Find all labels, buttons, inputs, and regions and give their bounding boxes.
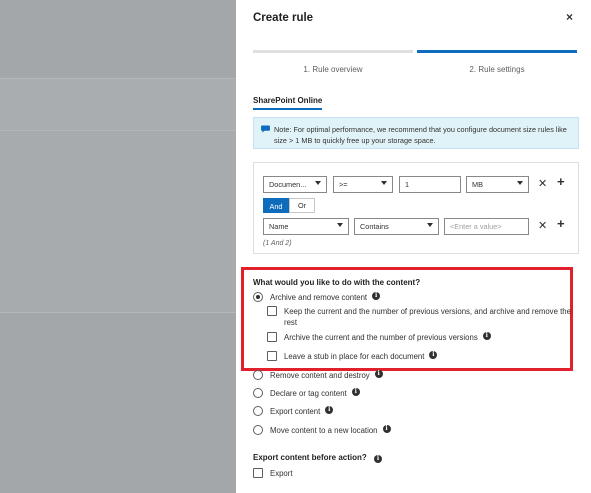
info-icon[interactable]: i [325, 406, 334, 414]
filter-expression: (1 And 2) [263, 240, 292, 247]
option-label: Leave a stub in place for each document [284, 352, 425, 361]
option-label: Export content [270, 407, 321, 416]
filter-operator-value: >= [339, 180, 348, 189]
option-archive-and-remove[interactable]: Archive and remove content i [253, 292, 381, 303]
add-condition-icon[interactable]: + [557, 216, 565, 231]
filter-field-dropdown-2[interactable]: Name [263, 218, 349, 235]
option-label: Declare or tag content [270, 389, 347, 398]
backdrop-divider [0, 78, 236, 79]
radio-button[interactable] [253, 406, 263, 416]
checkbox[interactable] [267, 306, 277, 316]
chevron-down-icon [427, 223, 433, 227]
remove-condition-icon[interactable]: ✕ [538, 219, 547, 232]
option-label: Archive and remove content [270, 293, 368, 302]
backdrop-band [0, 78, 236, 130]
chevron-down-icon [337, 223, 343, 227]
option-label: Export [270, 469, 293, 478]
filter-unit-dropdown[interactable]: MB [466, 176, 529, 193]
close-icon[interactable]: × [566, 10, 573, 24]
note-text: Note: For optimal performance, we recomm… [274, 125, 567, 145]
suboption-archive-versions[interactable]: Archive the current and the number of pr… [267, 332, 491, 343]
radio-button[interactable] [253, 370, 263, 380]
backdrop-divider [0, 130, 236, 131]
performance-note: Note: For optimal performance, we recomm… [253, 117, 579, 149]
info-icon[interactable]: i [372, 292, 381, 300]
chat-bubble-icon [261, 125, 270, 133]
chevron-down-icon [381, 181, 387, 185]
filter-field-value: Name [269, 222, 289, 231]
dialog-title: Create rule [253, 12, 314, 24]
create-rule-panel: Create rule × 1. Rule overview 2. Rule s… [236, 0, 591, 493]
option-remove-and-destroy[interactable]: Remove content and destroy i [253, 370, 383, 381]
export-question-text: Export content before action? [253, 453, 367, 462]
tab-sharepoint-online[interactable]: SharePoint Online [253, 96, 323, 110]
suboption-keep-versions[interactable]: Keep the current and the number of previ… [267, 306, 573, 328]
info-icon[interactable]: i [374, 370, 383, 378]
chevron-down-icon [517, 181, 523, 185]
export-checkbox-option[interactable]: Export [253, 468, 293, 479]
radio-button[interactable] [253, 388, 263, 398]
info-icon[interactable]: i [374, 455, 383, 463]
filter-operator-dropdown-2[interactable]: Contains [354, 218, 439, 235]
filter-unit-value: MB [472, 180, 483, 189]
info-icon[interactable]: i [429, 351, 438, 359]
remove-condition-icon[interactable]: ✕ [538, 177, 547, 190]
filter-operator-value: Contains [360, 222, 389, 231]
filter-field-value: Documen... [269, 180, 307, 189]
step-label-rule-settings[interactable]: 2. Rule settings [417, 65, 577, 74]
option-label: Move content to a new location [270, 426, 378, 435]
option-declare-or-tag[interactable]: Declare or tag content i [253, 388, 360, 399]
info-icon[interactable]: i [482, 332, 491, 340]
backdrop-band [0, 130, 236, 312]
export-before-question: Export content before action? i [253, 453, 383, 463]
checkbox[interactable] [267, 351, 277, 361]
filter-value-placeholder: <Enter a value> [450, 222, 502, 231]
filter-value-input-2[interactable]: <Enter a value> [444, 218, 529, 235]
option-move-content[interactable]: Move content to a new location i [253, 425, 391, 436]
checkbox[interactable] [253, 468, 263, 478]
option-export-content[interactable]: Export content i [253, 406, 334, 417]
option-label: Archive the current and the number of pr… [284, 333, 478, 342]
filter-value-text: 1 [405, 180, 410, 189]
add-condition-icon[interactable]: + [557, 174, 565, 189]
filter-conditions: Documen... >= 1 MB ✕ + And Or Name Conta… [253, 162, 579, 254]
filter-operator-dropdown[interactable]: >= [333, 176, 393, 193]
radio-button[interactable] [253, 292, 263, 302]
option-label: Keep the current and the number of previ… [284, 307, 571, 327]
backdrop-divider [0, 312, 236, 313]
checkbox[interactable] [267, 332, 277, 342]
option-label: Remove content and destroy [270, 371, 370, 380]
info-icon[interactable]: i [382, 425, 391, 433]
and-toggle-button[interactable]: And [263, 198, 289, 213]
suboption-leave-stub[interactable]: Leave a stub in place for each document … [267, 351, 438, 362]
overlay-backdrop [0, 0, 236, 493]
radio-button[interactable] [253, 425, 263, 435]
filter-field-dropdown[interactable]: Documen... [263, 176, 327, 193]
step-bar-rule-settings [417, 50, 577, 53]
info-icon[interactable]: i [351, 388, 360, 396]
action-question: What would you like to do with the conte… [253, 278, 421, 287]
chevron-down-icon [315, 181, 321, 185]
step-label-rule-overview[interactable]: 1. Rule overview [253, 65, 413, 74]
or-toggle-button[interactable]: Or [289, 198, 315, 213]
filter-value-input[interactable]: 1 [399, 176, 461, 193]
step-bar-rule-overview [253, 50, 413, 53]
